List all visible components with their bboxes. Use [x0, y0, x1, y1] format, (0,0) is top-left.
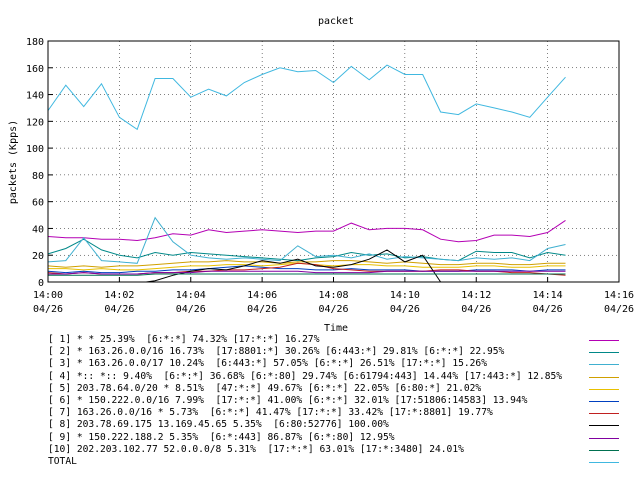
x-tick-date-label: 04/26	[104, 304, 134, 315]
x-tick-date-label: 04/26	[461, 304, 491, 315]
legend-label: [ 1] * * 25.39% [6:*:*] 74.32% [17:*:*] …	[48, 334, 320, 345]
legend-item: [ 9] * 150.222.188.2 5.35% [6:*:443] 86.…	[48, 432, 628, 444]
legend-item: TOTAL	[48, 456, 628, 468]
legend-item: [ 8] 203.78.69.175 13.169.45.65 5.35% [6…	[48, 419, 628, 431]
x-tick-date-label: 04/26	[533, 304, 563, 315]
chart-title: packet	[318, 16, 354, 27]
x-tick-time-label: 14:00	[33, 290, 63, 301]
legend-swatch	[589, 376, 619, 378]
legend: [ 1] * * 25.39% [6:*:*] 74.32% [17:*:*] …	[48, 334, 628, 468]
legend-swatch	[589, 388, 619, 390]
legend-item: [ 4] *:: *:: 9.40% [6:*:*] 36.68% [6:*:8…	[48, 371, 628, 383]
x-tick-time-label: 14:02	[104, 290, 134, 301]
legend-item: [10] 202.203.102.77 52.0.0.0/8 5.31% [17…	[48, 444, 628, 456]
legend-label: [ 6] * 150.222.0.0/16 7.99% [17:*:*] 41.…	[48, 394, 528, 406]
legend-label: TOTAL	[48, 455, 77, 467]
legend-label: [ 9] * 150.222.188.2 5.35% [6:*:443] 86.…	[48, 431, 395, 443]
y-tick-label: 0	[38, 278, 44, 289]
legend-label: [ 5] 203.78.64.0/20 * 8.51% [47:*:*] 49.…	[48, 382, 482, 394]
legend-item: [ 2] * 163.26.0.0/16 16.73% [17:8801:*] …	[48, 346, 628, 358]
x-tick-date-label: 04/26	[247, 304, 277, 315]
legend-label: [10] 202.203.102.77 52.0.0.0/8 5.31% [17…	[48, 443, 464, 455]
legend-swatch	[589, 461, 619, 463]
x-tick-time-label: 14:14	[533, 290, 563, 301]
legend-item: [ 5] 203.78.64.0/20 * 8.51% [47:*:*] 49.…	[48, 383, 628, 395]
legend-swatch	[589, 449, 619, 451]
x-tick-date-label: 04/26	[604, 304, 634, 315]
x-tick-date-label: 04/26	[33, 304, 63, 315]
legend-swatch	[589, 425, 619, 427]
legend-label: [ 4] *:: *:: 9.40% [6:*:*] 36.68% [6:*:8…	[48, 370, 563, 382]
x-axis-label: Time	[324, 323, 348, 334]
x-tick-date-label: 04/26	[390, 304, 420, 315]
legend-swatch	[589, 364, 619, 366]
y-axis-label: packets (Kpps)	[8, 120, 19, 204]
legend-swatch	[589, 437, 619, 439]
y-tick-label: 120	[26, 117, 44, 128]
y-tick-label: 80	[32, 171, 44, 182]
legend-item: [ 1] * * 25.39% [6:*:*] 74.32% [17:*:*] …	[48, 334, 628, 346]
series-line-11	[47, 64, 566, 131]
legend-swatch	[589, 340, 619, 341]
legend-label: [ 8] 203.78.69.175 13.169.45.65 5.35% [6…	[48, 419, 389, 431]
y-tick-label: 140	[26, 91, 44, 102]
legend-item: [ 3] * 163.26.0.0/17 10.24% [6:443:*] 57…	[48, 358, 628, 370]
legend-label: [ 2] * 163.26.0.0/16 16.73% [17:8801:*] …	[48, 346, 505, 358]
x-tick-date-label: 04/26	[176, 304, 206, 315]
legend-swatch	[589, 413, 619, 415]
y-tick-label: 20	[32, 251, 44, 262]
x-tick-date-label: 04/26	[318, 304, 348, 315]
x-tick-time-label: 14:10	[390, 290, 420, 301]
x-tick-time-label: 14:08	[318, 290, 348, 301]
x-tick-time-label: 14:04	[176, 290, 206, 301]
y-tick-label: 60	[32, 198, 44, 209]
x-tick-time-label: 14:12	[461, 290, 491, 301]
grid-lines	[48, 41, 619, 282]
y-tick-label: 100	[26, 144, 44, 155]
legend-swatch	[589, 400, 619, 402]
series-lines	[47, 64, 566, 283]
legend-label: [ 7] 163.26.0.0/16 * 5.73% [6:*:*] 41.47…	[48, 407, 493, 419]
legend-item: [ 7] 163.26.0.0/16 * 5.73% [6:*:*] 41.47…	[48, 407, 628, 419]
legend-swatch	[589, 352, 619, 354]
x-tick-time-label: 14:16	[604, 290, 634, 301]
series-line-2	[47, 238, 566, 262]
legend-item: [ 6] * 150.222.0.0/16 7.99% [17:*:*] 41.…	[48, 395, 628, 407]
x-tick-time-label: 14:06	[247, 290, 277, 301]
y-tick-label: 180	[26, 37, 44, 48]
y-tick-label: 40	[32, 224, 44, 235]
series-line-1	[47, 219, 566, 243]
y-tick-label: 160	[26, 64, 44, 75]
legend-label: [ 3] * 163.26.0.0/17 10.24% [6:443:*] 57…	[48, 358, 487, 370]
